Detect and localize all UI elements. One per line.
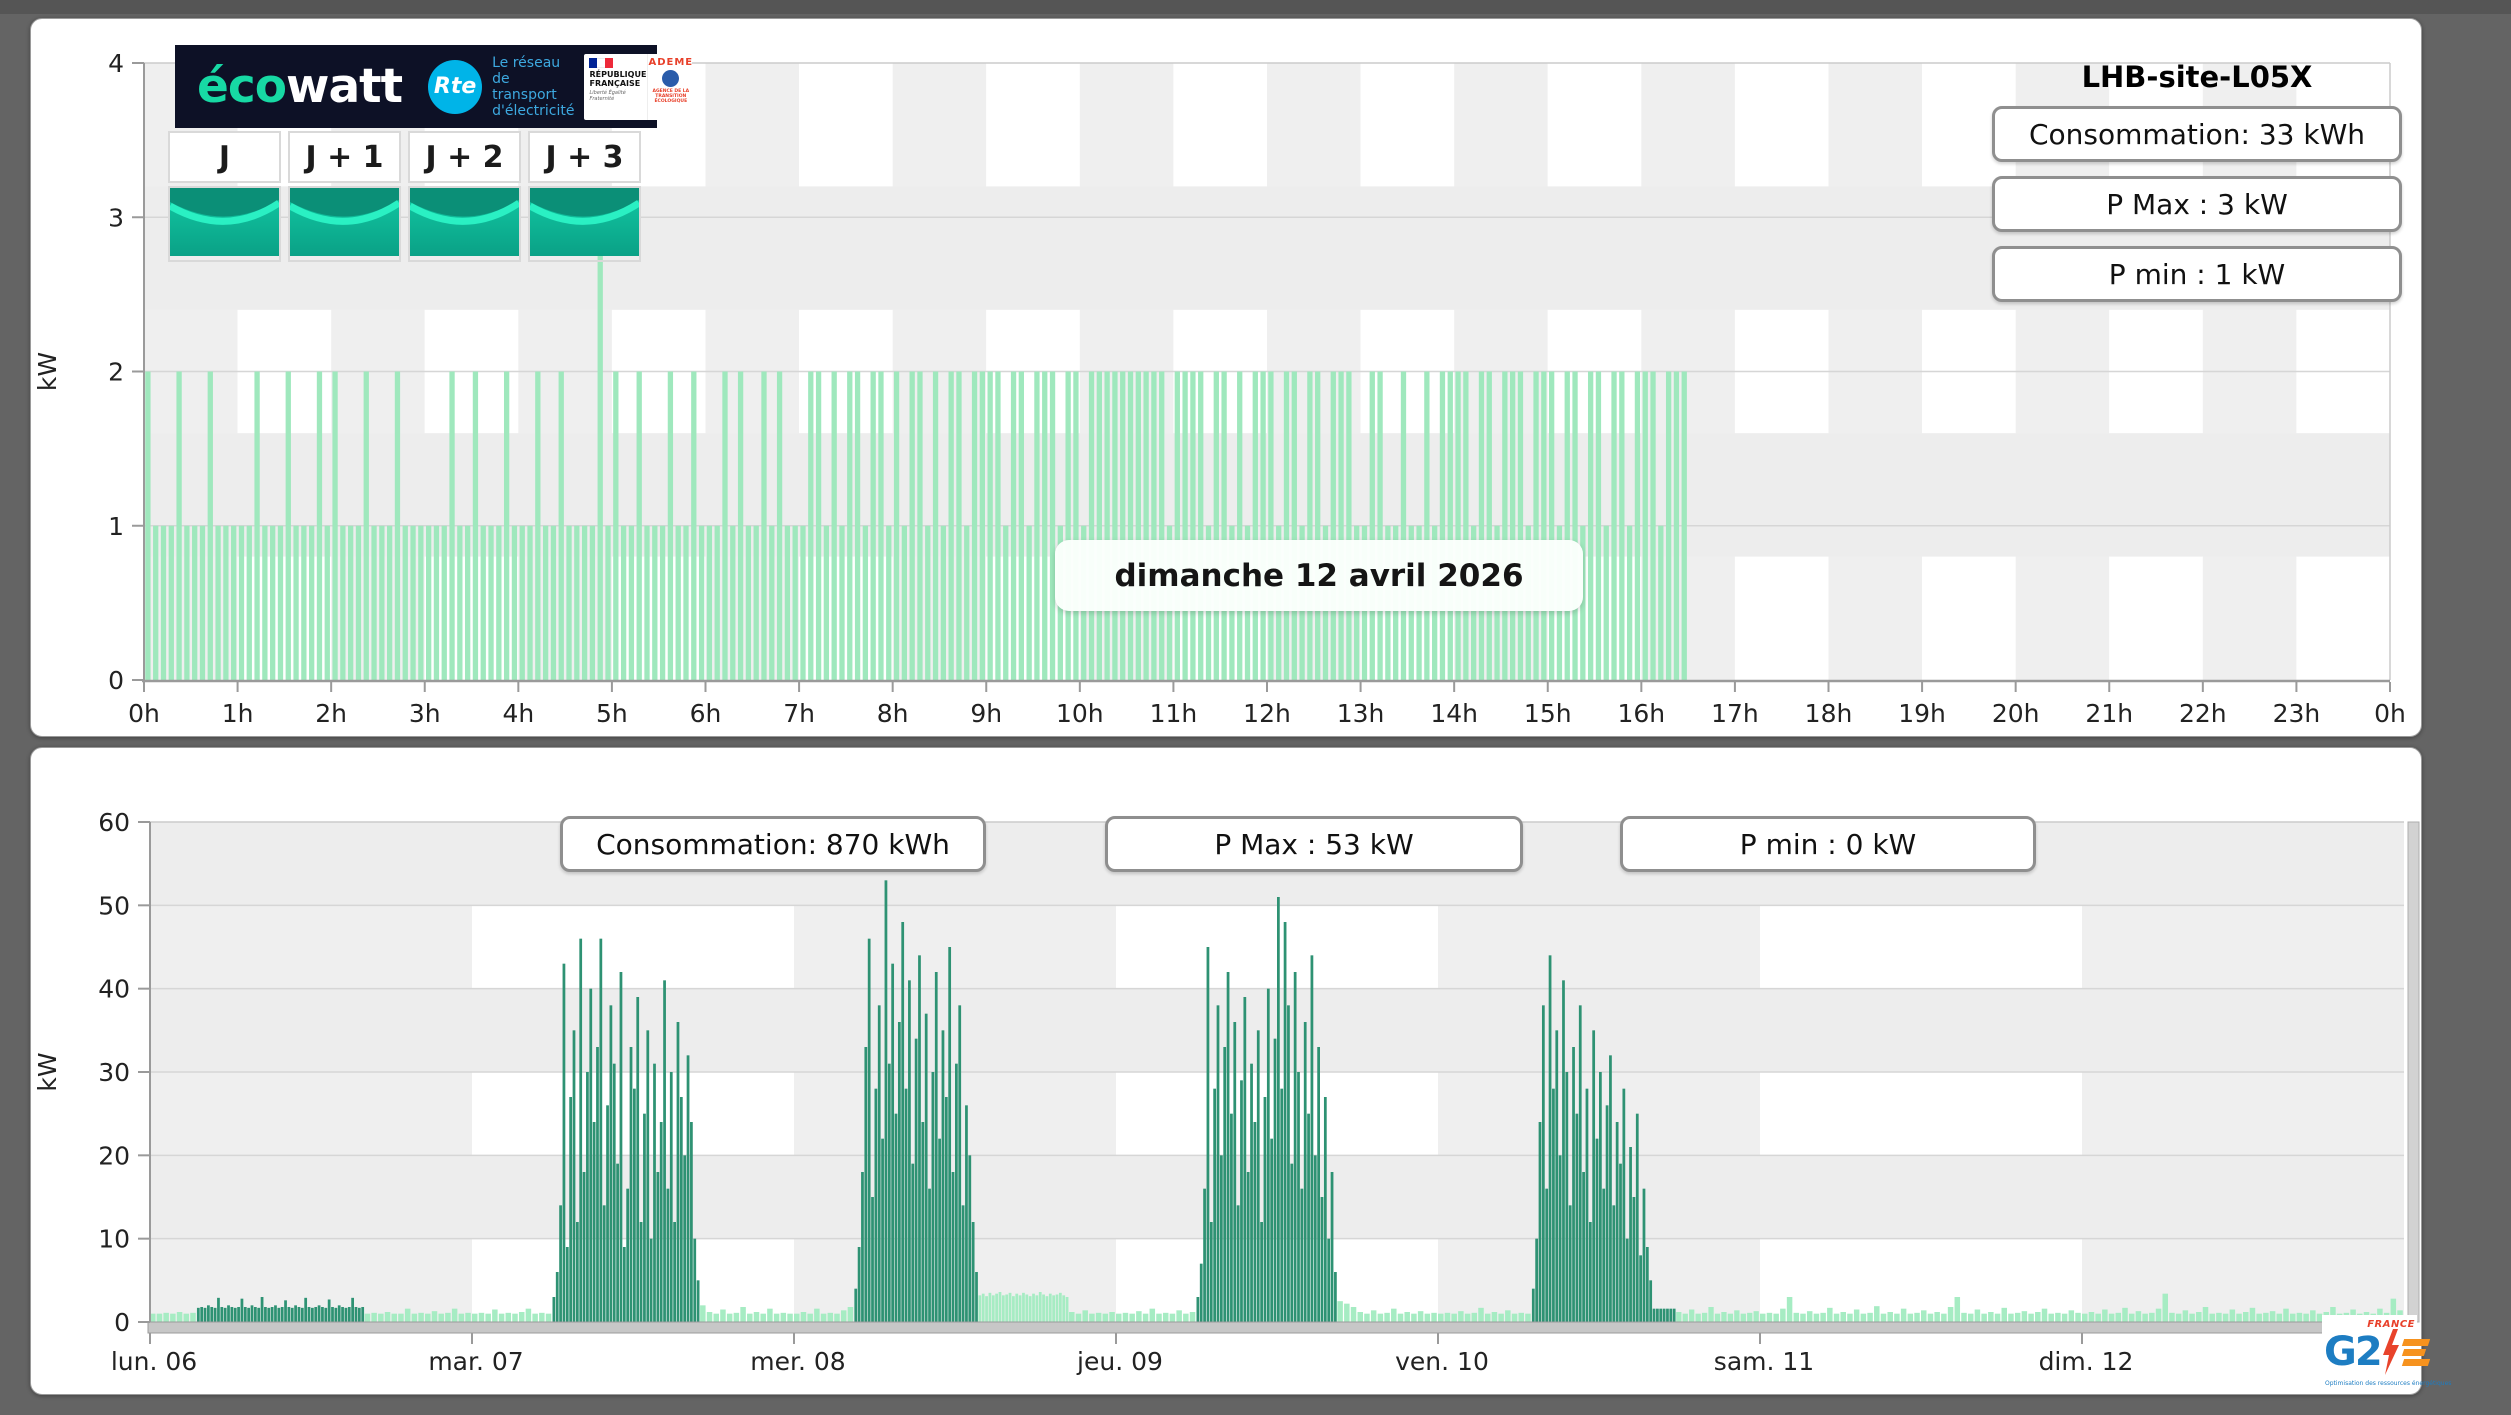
forecast-tile-status-icon bbox=[288, 186, 401, 262]
day-pmax-stat: P Max : 3 kW bbox=[1992, 176, 2402, 232]
forecast-tile-label: J + 1 bbox=[288, 131, 401, 183]
forecast-tile-j3[interactable]: J + 3 bbox=[528, 131, 641, 262]
day-consumption-stat: Consommation: 33 kWh bbox=[1992, 106, 2402, 162]
week-consumption-stat: Consommation: 870 kWh bbox=[560, 816, 986, 872]
forecast-tile-status-icon bbox=[408, 186, 521, 262]
rte-logo-icon: Rte bbox=[428, 59, 483, 114]
day-pmin-stat: P min : 1 kW bbox=[1992, 246, 2402, 302]
ademe-sub: AGENCE DE LA TRANSITION ÉCOLOGIQUE bbox=[652, 88, 690, 104]
republique-francaise-logo: RÉPUBLIQUE FRANÇAISE Liberté Égalité Frat… bbox=[584, 54, 647, 120]
forecast-tile-j1[interactable]: J + 1 bbox=[288, 131, 401, 262]
week-pmin-stat: P min : 0 kW bbox=[1620, 816, 2036, 872]
republique-line1: RÉPUBLIQUE bbox=[589, 69, 647, 79]
forecast-tile-status-icon bbox=[528, 186, 641, 262]
day-annotation-date: dimanche 12 avril 2026 bbox=[1055, 540, 1583, 611]
government-logos: RÉPUBLIQUE FRANÇAISE Liberté Égalité Frat… bbox=[584, 53, 694, 120]
ecowatt-logo-eco: éco bbox=[197, 59, 287, 114]
forecast-tile-status-icon bbox=[168, 186, 281, 262]
forecast-tile-j2[interactable]: J + 2 bbox=[408, 131, 521, 262]
rte-tagline: Le réseau de transport d'électricité bbox=[492, 54, 575, 119]
g2e-tagline: Optimisation des ressources énergétiques bbox=[2325, 1380, 2452, 1387]
g2e-g2-label: G2 bbox=[2324, 1329, 2383, 1375]
dashboard-root: 0 1 2 3 4 kW 0h 1h 2h 3h 4h 5h 6h 7h 8h 9h 10h 11h 12h 13h 1… bbox=[0, 0, 2511, 1415]
ecowatt-logo-watt: watt bbox=[286, 59, 403, 114]
forecast-tile-label: J + 2 bbox=[408, 131, 521, 183]
ademe-label: ADEME bbox=[648, 56, 694, 68]
site-title: LHB-site-L05X bbox=[2081, 60, 2313, 94]
republique-motto: Liberté Égalité Fraternité bbox=[589, 89, 626, 102]
forecast-tile-j[interactable]: J bbox=[168, 131, 281, 262]
ademe-logo: ADEME AGENCE DE LA TRANSITION ÉCOLOGIQUE bbox=[647, 53, 694, 120]
g2e-logo: FRANCE G2 Optimisation des ressources én… bbox=[2322, 1315, 2451, 1391]
french-flag-icon bbox=[589, 57, 614, 68]
forecast-tile-label: J + 3 bbox=[528, 131, 641, 183]
ecowatt-brand-bar: écowatt Rte Le réseau de transport d'éle… bbox=[175, 45, 693, 128]
lightning-bolt-icon bbox=[2382, 1329, 2399, 1375]
week-pmax-stat: P Max : 53 kW bbox=[1105, 816, 1523, 872]
forecast-tile-label: J bbox=[168, 131, 281, 183]
republique-line2: FRANÇAISE bbox=[589, 78, 641, 88]
ademe-globe-icon bbox=[662, 69, 680, 87]
ecowatt-logo: écowatt bbox=[197, 59, 403, 114]
g2e-e-icon bbox=[2401, 1338, 2430, 1366]
